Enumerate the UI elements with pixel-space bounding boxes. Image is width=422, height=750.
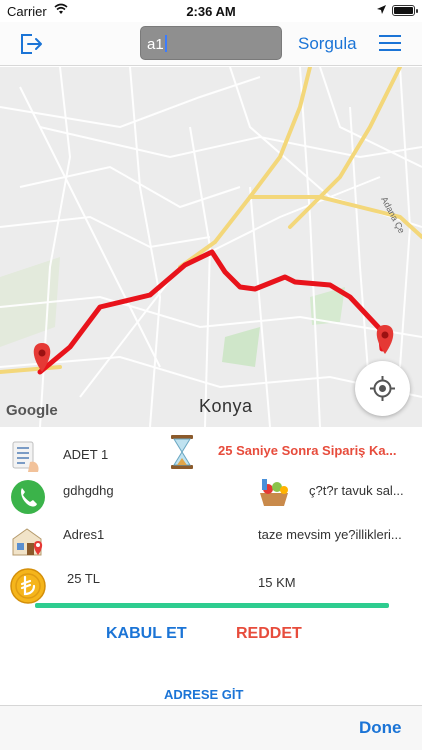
grocery-icon <box>260 479 288 506</box>
address-icon <box>12 528 43 556</box>
address-text: Adres1 <box>63 527 105 542</box>
crosshair-icon <box>370 376 395 401</box>
hamburger-menu-icon[interactable] <box>378 34 402 52</box>
status-bar: Carrier 2:36 AM <box>0 0 422 22</box>
done-button[interactable]: Done <box>359 718 402 738</box>
reject-button[interactable]: REDDET <box>236 625 302 643</box>
quantity-label: ADET 1 <box>63 447 109 462</box>
customer-name: gdhgdhg <box>63 483 114 498</box>
query-button[interactable]: Sorgula <box>298 34 357 54</box>
progress-divider <box>35 603 389 608</box>
nav-bar: a1 Sorgula <box>0 22 422 66</box>
logout-icon[interactable] <box>18 31 44 57</box>
price-text: 25 TL <box>67 571 101 586</box>
countdown-text: 25 Saniye Sonra Sipariş Ka... <box>218 443 397 458</box>
accept-button[interactable]: KABUL ET <box>106 625 187 643</box>
product-description: taze mevsim ye?illikleri... <box>258 527 402 542</box>
order-info-panel: ADET 1 25 Saniye Sonra Sipariş Ka... gdh… <box>0 427 422 705</box>
google-logo: Google <box>6 402 58 419</box>
clock: 2:36 AM <box>186 4 236 19</box>
goto-address-button[interactable]: ADRESE GİT <box>164 687 243 702</box>
location-arrow-icon <box>377 5 386 14</box>
hourglass-icon <box>171 435 193 469</box>
my-location-button[interactable] <box>355 361 410 416</box>
search-input[interactable]: a1 <box>140 26 282 60</box>
city-label: Konya <box>199 396 253 416</box>
keyboard-toolbar: Done <box>0 705 422 750</box>
document-list-icon <box>12 441 39 472</box>
phone-icon <box>11 480 45 514</box>
battery-icon <box>392 5 418 16</box>
route-map[interactable]: Adana Çe Konya Google <box>0 67 422 427</box>
search-input-value: a1 <box>147 36 164 53</box>
lira-coin-icon <box>10 568 46 604</box>
distance-text: 15 KM <box>258 575 296 590</box>
product-name: ç?t?r tavuk sal... <box>309 483 404 498</box>
